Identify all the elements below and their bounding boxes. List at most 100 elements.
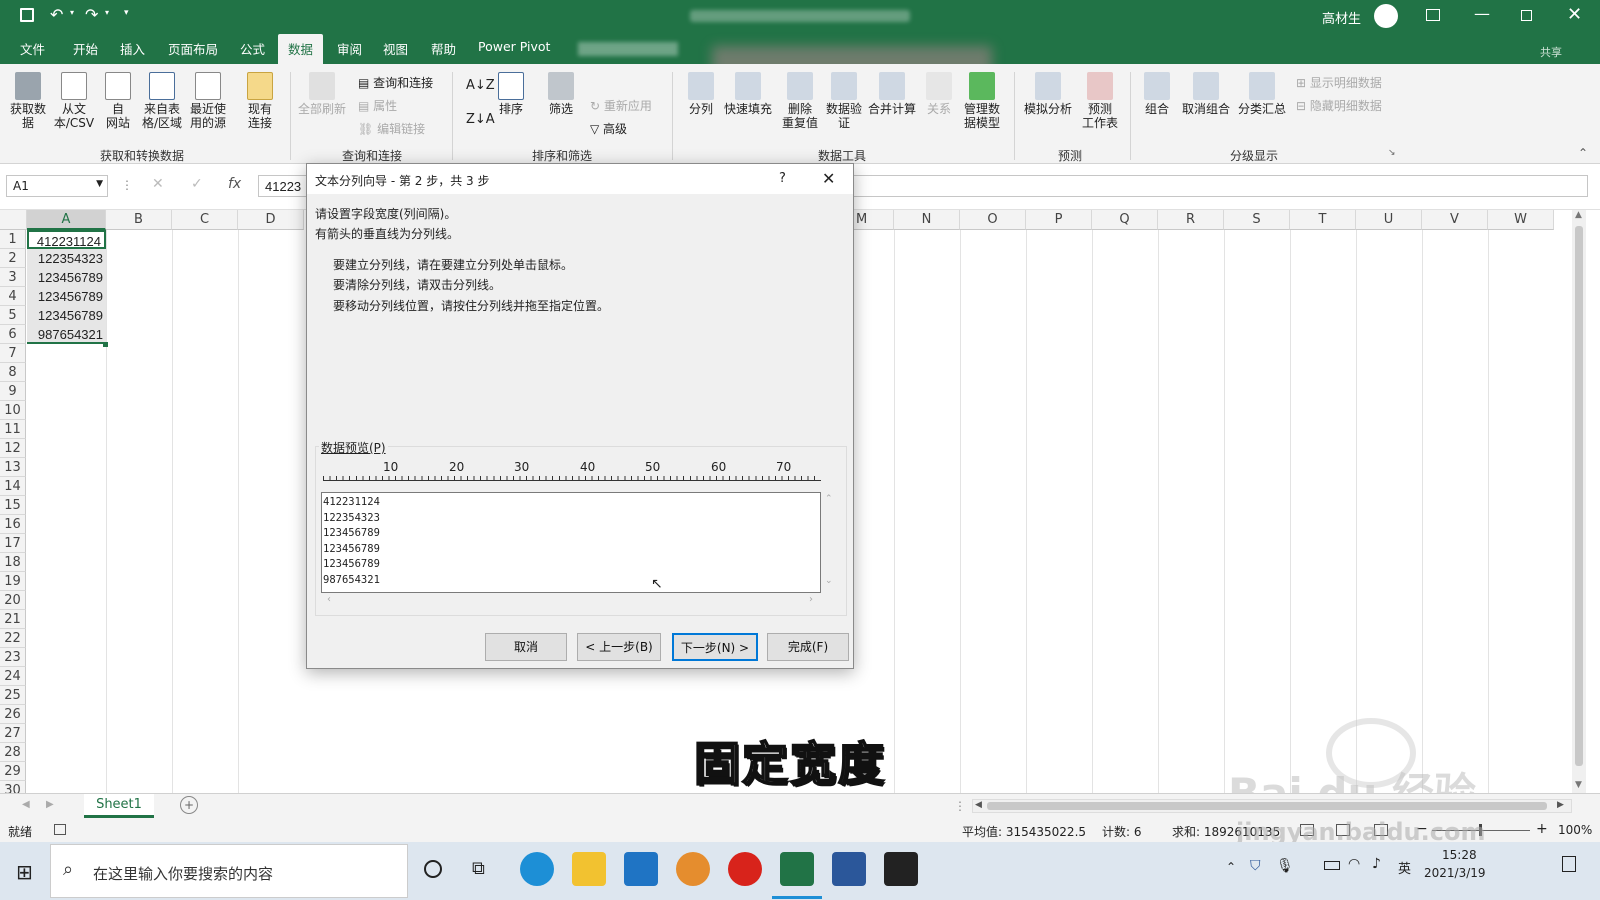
column-header-b[interactable]: B: [106, 210, 172, 230]
row-header[interactable]: 28: [0, 743, 26, 762]
tab-page-layout[interactable]: 页面布局: [168, 39, 218, 58]
row-header[interactable]: 5: [0, 306, 26, 325]
zoom-level[interactable]: 100%: [1558, 823, 1592, 837]
preview-scroll-right-icon[interactable]: ›: [809, 594, 813, 605]
tab-file[interactable]: 文件: [20, 39, 45, 58]
queries-connections-button[interactable]: ▤ 查询和连接: [358, 74, 433, 91]
row-header[interactable]: 18: [0, 553, 26, 572]
tray-shield-icon[interactable]: ⛉: [1250, 858, 1261, 874]
user-name[interactable]: 高材生: [1322, 8, 1361, 27]
group-button[interactable]: 组合: [1140, 72, 1174, 116]
ribbon-display-icon[interactable]: [1426, 9, 1440, 21]
pinned-app-icon[interactable]: [676, 852, 710, 886]
manage-data-model-button[interactable]: 管理数 据模型: [960, 72, 1004, 130]
cell-a4[interactable]: 123456789: [27, 287, 106, 306]
text-to-columns-button[interactable]: 分列: [684, 72, 718, 116]
sort-desc-icon[interactable]: Z↓A: [466, 112, 495, 127]
tab-review[interactable]: 审阅: [337, 39, 362, 58]
row-header[interactable]: 10: [0, 401, 26, 420]
excel-taskbar-icon[interactable]: [780, 852, 814, 886]
name-box[interactable]: A1 ▼: [6, 175, 108, 197]
cancel-icon[interactable]: ✕: [152, 176, 164, 192]
get-data-button[interactable]: 获取数 据: [8, 72, 48, 130]
mail-icon[interactable]: [624, 852, 658, 886]
column-ruler[interactable]: 10 20 30 40 50 60 70: [323, 460, 821, 482]
column-header-v[interactable]: V: [1422, 210, 1488, 230]
hide-detail-button[interactable]: ⊟ 隐藏明细数据: [1296, 97, 1382, 114]
column-header-u[interactable]: U: [1356, 210, 1422, 230]
cell-a3[interactable]: 123456789: [27, 268, 106, 287]
row-header[interactable]: 6: [0, 325, 26, 344]
refresh-all-button[interactable]: 全部刷新: [296, 72, 348, 116]
sheet-prev-icon[interactable]: ◀: [22, 799, 30, 810]
scroll-up-icon[interactable]: ▲: [1575, 210, 1582, 220]
tab-power-pivot[interactable]: Power Pivot: [478, 39, 550, 54]
share-button[interactable]: 共享: [1540, 44, 1562, 60]
tab-home[interactable]: 开始: [73, 39, 98, 58]
horizontal-scrollbar[interactable]: ◀ ▶: [972, 799, 1572, 813]
word-taskbar-icon[interactable]: [832, 852, 866, 886]
from-table-button[interactable]: 来自表 格/区域: [140, 72, 184, 130]
from-text-button[interactable]: 从文 本/CSV: [52, 72, 96, 130]
relationships-button[interactable]: 关系: [922, 72, 956, 116]
column-header-a[interactable]: A: [27, 210, 106, 230]
netease-music-icon[interactable]: [728, 852, 762, 886]
tray-volume-icon[interactable]: ♪: [1372, 856, 1381, 872]
sheet-tab-sheet1[interactable]: Sheet1: [84, 794, 154, 818]
forecast-sheet-button[interactable]: 预测 工作表: [1078, 72, 1122, 130]
tray-mic-icon[interactable]: 🎙: [1276, 858, 1294, 874]
ungroup-button[interactable]: 取消组合: [1180, 72, 1232, 116]
column-header-n[interactable]: N: [894, 210, 960, 230]
dialog-help-button[interactable]: ?: [779, 171, 786, 186]
back-button[interactable]: < 上一步(B): [577, 633, 661, 661]
task-view-icon[interactable]: ⧉: [472, 858, 485, 879]
column-header-c[interactable]: C: [172, 210, 238, 230]
consolidate-button[interactable]: 合并计算: [866, 72, 918, 116]
sheet-next-icon[interactable]: ▶: [46, 799, 54, 810]
tray-ime[interactable]: 英: [1398, 858, 1411, 877]
tab-help[interactable]: 帮助: [431, 39, 456, 58]
row-header[interactable]: 29: [0, 762, 26, 781]
recorder-icon[interactable]: [884, 852, 918, 886]
column-header-d[interactable]: D: [238, 210, 304, 230]
select-all-corner[interactable]: [0, 210, 27, 230]
tray-battery-icon[interactable]: [1324, 861, 1340, 870]
windows-start-icon[interactable]: ⊞: [16, 860, 33, 884]
row-header[interactable]: 17: [0, 534, 26, 553]
macro-record-icon[interactable]: [54, 824, 66, 835]
scroll-right-icon[interactable]: ▶: [1557, 800, 1564, 810]
subtotal-button[interactable]: 分类汇总: [1236, 72, 1288, 116]
edit-links-button[interactable]: ⛓ 编辑链接: [358, 120, 425, 137]
from-web-button[interactable]: 自 网站: [100, 72, 136, 130]
taskbar-search-box[interactable]: ⌕ 在这里输入你要搜索的内容: [50, 844, 408, 898]
cancel-button[interactable]: 取消: [485, 633, 567, 661]
row-header[interactable]: 8: [0, 363, 26, 382]
row-header[interactable]: 27: [0, 724, 26, 743]
column-header-m[interactable]: M: [854, 210, 894, 230]
row-header[interactable]: 25: [0, 686, 26, 705]
row-header[interactable]: 4: [0, 287, 26, 306]
row-header[interactable]: 9: [0, 382, 26, 401]
data-validation-button[interactable]: 数据验 证: [822, 72, 866, 130]
tray-time[interactable]: 15:28: [1442, 848, 1477, 862]
row-header[interactable]: 3: [0, 268, 26, 287]
tab-data[interactable]: 数据: [278, 34, 324, 64]
tray-date[interactable]: 2021/3/19: [1424, 866, 1486, 880]
preview-scroll-up-icon[interactable]: ⌃: [825, 494, 833, 504]
tab-view[interactable]: 视图: [383, 39, 408, 58]
vertical-scrollbar[interactable]: ▲ ▼: [1572, 210, 1586, 795]
finish-button[interactable]: 完成(F): [767, 633, 849, 661]
preview-scroll-down-icon[interactable]: ⌄: [825, 576, 833, 586]
row-header[interactable]: 13: [0, 458, 26, 477]
dialog-close-icon[interactable]: ✕: [822, 169, 835, 188]
data-preview-box[interactable]: 412231124 122354323 123456789 123456789 …: [321, 492, 821, 593]
row-header[interactable]: 15: [0, 496, 26, 515]
preview-scroll-left-icon[interactable]: ‹: [327, 594, 331, 605]
properties-button[interactable]: ▤ 属性: [358, 97, 397, 114]
row-header[interactable]: 24: [0, 667, 26, 686]
close-icon[interactable]: ✕: [1567, 4, 1582, 25]
enter-icon[interactable]: ✓: [191, 176, 203, 192]
notification-icon[interactable]: [1562, 856, 1576, 872]
column-header-w[interactable]: W: [1488, 210, 1554, 230]
tray-expand-icon[interactable]: ⌃: [1226, 860, 1236, 874]
